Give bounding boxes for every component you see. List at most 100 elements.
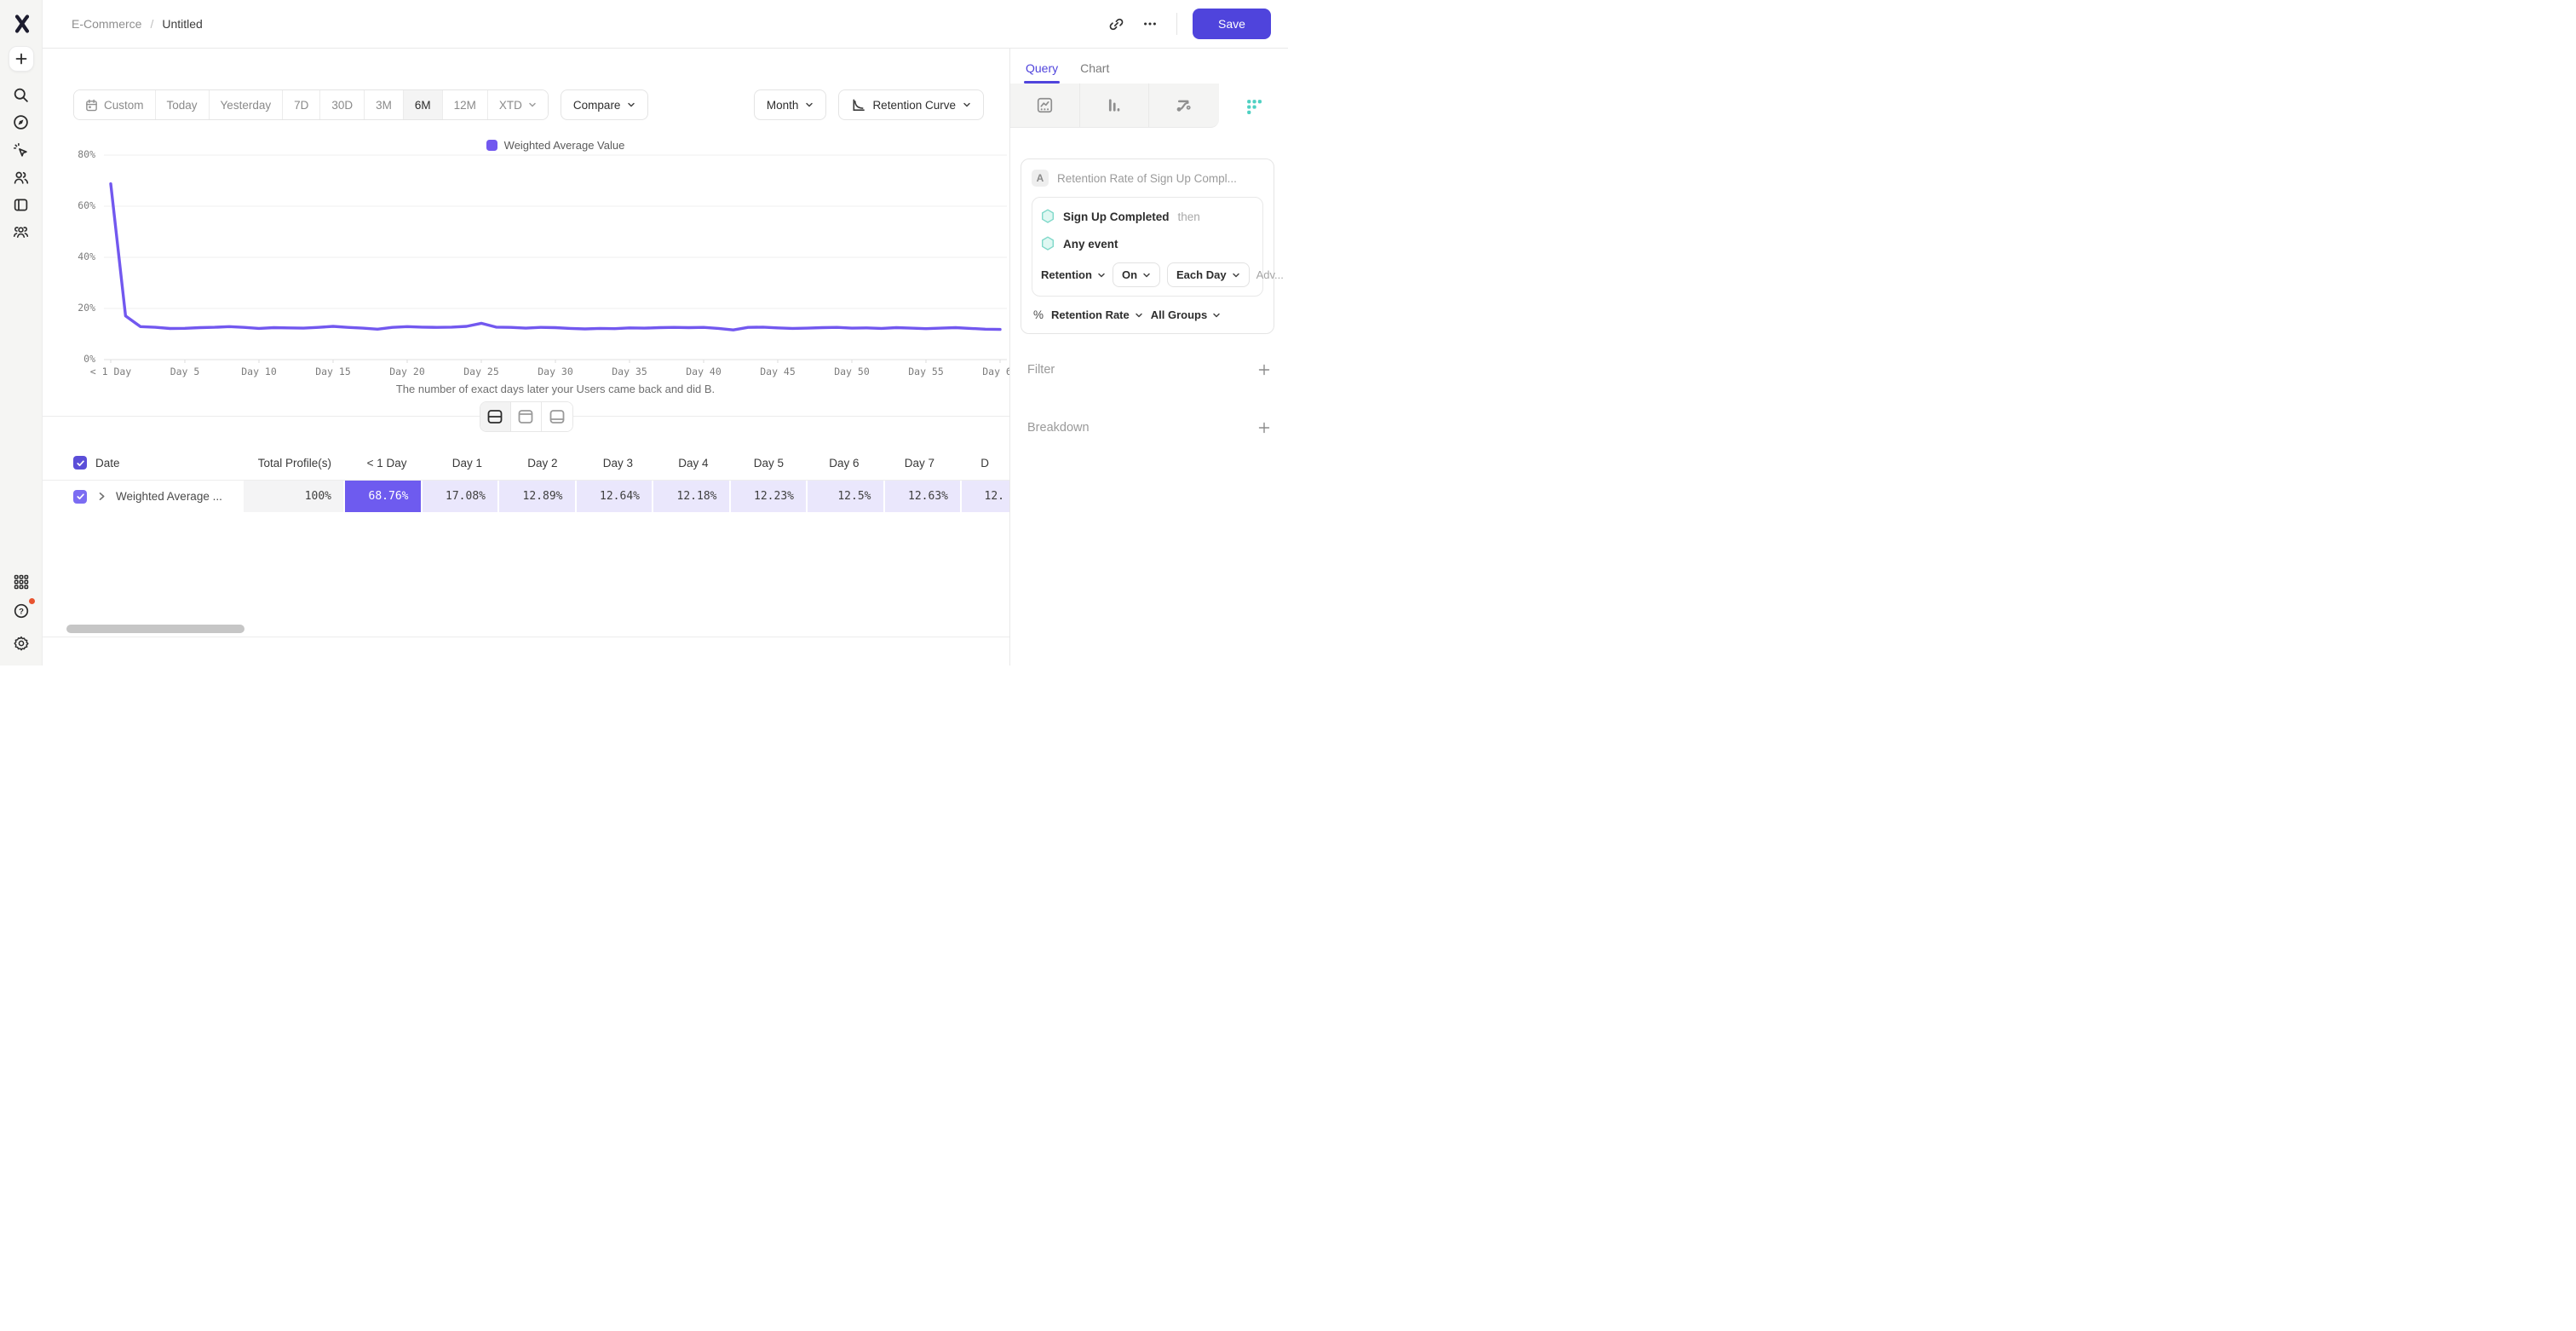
date-range-xtd[interactable]: XTD <box>488 90 548 119</box>
mixpanel-logo[interactable] <box>10 12 34 36</box>
create-new-button[interactable] <box>9 46 34 72</box>
chevron-down-icon <box>1135 311 1143 320</box>
step-badge: A <box>1032 170 1049 187</box>
date-range-30d[interactable]: 30D <box>320 90 365 119</box>
chart-caption: The number of exact days later your User… <box>104 383 1007 395</box>
y-axis-tick-label: 40% <box>58 251 95 262</box>
report-type-insights[interactable] <box>1010 84 1080 128</box>
first-event-name: Sign Up Completed <box>1063 210 1170 223</box>
chart-view-icon <box>517 409 534 424</box>
interval-dropdown[interactable]: Each Day <box>1167 262 1250 287</box>
date-range-custom[interactable]: Custom <box>74 90 156 119</box>
help-button[interactable]: ? <box>9 598 34 624</box>
chevron-down-icon <box>528 101 537 109</box>
x-axis-tick-label: Day 55 <box>908 366 944 377</box>
explore-nav-button[interactable] <box>9 109 34 135</box>
tab-chart[interactable]: Chart <box>1080 61 1109 84</box>
report-type-flows[interactable] <box>1149 84 1219 128</box>
groups-dropdown[interactable]: All Groups <box>1151 308 1221 321</box>
breadcrumb-project[interactable]: E-Commerce <box>72 17 141 31</box>
help-icon: ? <box>13 602 30 619</box>
event-hexagon-icon <box>1041 209 1055 224</box>
advanced-dropdown[interactable]: Adv... <box>1256 268 1288 281</box>
date-range-label: 30D <box>331 99 353 112</box>
interval-label: Each Day <box>1176 268 1227 281</box>
column-header[interactable]: < 1 Day <box>343 448 419 477</box>
row-name: Weighted Average ... <box>116 490 222 503</box>
granularity-dropdown[interactable]: Month <box>754 89 827 120</box>
column-header[interactable]: Day 3 <box>570 448 646 477</box>
select-all-checkbox[interactable] <box>73 456 87 470</box>
horizontal-scrollbar[interactable] <box>66 625 244 633</box>
ellipsis-icon <box>1142 16 1158 32</box>
measure-dropdown[interactable]: Retention Rate <box>1051 308 1143 321</box>
search-icon <box>13 87 29 103</box>
copy-link-button[interactable] <box>1101 9 1130 38</box>
funnels-icon <box>1105 96 1123 114</box>
events-nav-button[interactable] <box>9 137 34 163</box>
column-header[interactable]: D <box>946 448 1001 477</box>
x-axis-tick-label: Day 45 <box>760 366 796 377</box>
more-options-button[interactable] <box>1136 9 1164 38</box>
save-button[interactable]: Save <box>1193 9 1271 39</box>
y-axis-tick-label: 20% <box>58 302 95 314</box>
column-header[interactable]: Total Profile(s) <box>244 448 343 477</box>
top-bar-divider <box>1176 13 1177 35</box>
retention-line-chart: 0%20%40%60%80% <box>104 151 1007 364</box>
table-cell: 17.08% <box>423 481 498 512</box>
date-range-yesterday[interactable]: Yesterday <box>210 90 284 119</box>
column-header-date[interactable]: Date <box>95 457 120 470</box>
query-title[interactable]: Retention Rate of Sign Up Compl... <box>1057 172 1237 185</box>
tab-query[interactable]: Query <box>1026 61 1058 84</box>
settings-button[interactable] <box>9 631 34 656</box>
table-cell: 12.5% <box>808 481 883 512</box>
query-step-card: A Retention Rate of Sign Up Compl... Sig… <box>1021 158 1274 334</box>
breadcrumb-report-title[interactable]: Untitled <box>162 17 202 31</box>
table-row: Weighted Average ... 100%68.76%17.08%12.… <box>43 480 1009 512</box>
query-panel: Query Chart A Retention Rate of Sign Up C… <box>1009 49 1288 666</box>
date-range-6m[interactable]: 6M <box>404 90 443 119</box>
advanced-label: Adv... <box>1256 268 1284 281</box>
column-header[interactable]: Day 4 <box>645 448 721 477</box>
retention-series-line <box>111 184 1000 331</box>
date-range-12m[interactable]: 12M <box>443 90 488 119</box>
column-header[interactable]: Day 7 <box>871 448 947 477</box>
chart-type-dropdown[interactable]: Retention Curve <box>838 89 984 120</box>
top-actions: Save <box>1101 9 1271 39</box>
row-expander[interactable] <box>95 492 107 501</box>
column-header[interactable]: Day 6 <box>796 448 871 477</box>
row-checkbox[interactable] <box>73 490 87 504</box>
insights-icon <box>1036 96 1054 114</box>
add-breakdown-button[interactable] <box>1257 421 1271 435</box>
column-header[interactable]: Day 1 <box>419 448 495 477</box>
chart-plot <box>104 151 1007 364</box>
return-event-row[interactable]: Any event <box>1041 230 1254 257</box>
search-nav-button[interactable] <box>9 82 34 107</box>
users-nav-button[interactable] <box>9 164 34 190</box>
split-view-button[interactable] <box>480 402 511 431</box>
column-header[interactable]: Day 2 <box>494 448 570 477</box>
date-range-today[interactable]: Today <box>156 90 210 119</box>
table-view-button[interactable] <box>542 402 572 431</box>
add-filter-button[interactable] <box>1257 363 1271 377</box>
boards-nav-button[interactable] <box>9 192 34 217</box>
apps-grid-button[interactable] <box>9 569 34 595</box>
link-icon <box>1108 16 1124 32</box>
retention-criteria-row: Retention On Each Day Adv... <box>1041 262 1254 287</box>
report-type-retention[interactable] <box>1219 84 1289 128</box>
column-header[interactable]: Day 5 <box>721 448 796 477</box>
retention-type-dropdown[interactable]: Retention <box>1041 268 1106 281</box>
flows-icon <box>1175 96 1193 114</box>
date-range-7d[interactable]: 7D <box>283 90 320 119</box>
chart-view-button[interactable] <box>511 402 542 431</box>
date-range-3m[interactable]: 3M <box>365 90 404 119</box>
top-bar: E-Commerce / Untitled Save <box>43 0 1288 49</box>
gear-icon <box>13 635 30 652</box>
first-event-row[interactable]: Sign Up Completed then <box>1041 203 1254 230</box>
cohorts-nav-button[interactable] <box>9 219 34 245</box>
date-range-label: Yesterday <box>221 99 272 112</box>
report-type-funnels[interactable] <box>1080 84 1150 128</box>
on-dropdown[interactable]: On <box>1113 262 1160 287</box>
compare-button[interactable]: Compare <box>561 89 649 120</box>
legend-item[interactable]: Weighted Average Value <box>486 139 625 152</box>
